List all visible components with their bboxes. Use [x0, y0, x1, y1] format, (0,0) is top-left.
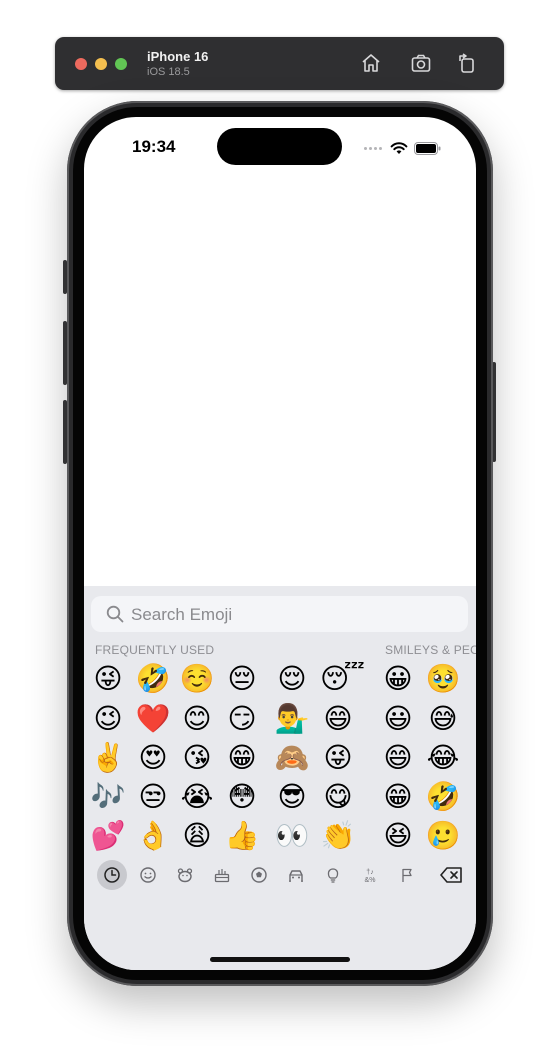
category-animals[interactable] [170, 860, 200, 890]
emoji-key[interactable]: 😘 [179, 739, 215, 777]
rotate-icon[interactable] [456, 52, 478, 74]
phone-screen: 19:34 Search Emoji FREQUENTLY USED SMILE… [84, 117, 476, 970]
emoji-key[interactable]: 😆 [380, 817, 416, 855]
emoji-key[interactable]: 💕 [90, 817, 126, 855]
clock-icon [104, 867, 120, 883]
section-label-frequently-used: FREQUENTLY USED [95, 643, 215, 657]
minimize-window-button[interactable] [95, 58, 107, 70]
emoji-key[interactable]: 👀 [274, 817, 310, 855]
emoji-key[interactable]: 😄 [320, 700, 356, 738]
category-food[interactable] [207, 860, 237, 890]
category-flags[interactable] [392, 860, 422, 890]
emoji-key[interactable]: 🥹 [425, 660, 461, 698]
zoom-window-button[interactable] [115, 58, 127, 70]
emoji-key[interactable]: 😋 [320, 778, 356, 816]
emoji-keyboard: Search Emoji FREQUENTLY USED SMILEYS & P… [84, 586, 476, 970]
delete-icon [440, 867, 462, 883]
status-time: 19:34 [132, 137, 176, 156]
emoji-key[interactable]: 😅 [425, 700, 461, 738]
flag-icon [402, 868, 412, 882]
emoji-key[interactable]: 😂 [425, 739, 461, 777]
car-icon [289, 870, 303, 882]
home-icon[interactable] [360, 52, 382, 74]
ball-icon [251, 867, 267, 883]
emoji-key[interactable]: 😁 [380, 778, 416, 816]
emoji-category-bar: †♪ &% [84, 860, 476, 892]
search-placeholder: Search Emoji [131, 605, 233, 624]
home-indicator [210, 957, 350, 962]
category-recent[interactable] [97, 860, 127, 890]
emoji-key[interactable]: 😜 [320, 739, 356, 777]
device-os-version: iOS 18.5 [147, 66, 190, 78]
emoji-key[interactable]: ✌️ [90, 739, 126, 777]
emoji-key[interactable]: 👍 [224, 817, 260, 855]
emoji-key[interactable]: 😃 [380, 700, 416, 738]
status-icons [364, 141, 441, 155]
symbols-text: &% [365, 877, 376, 884]
emoji-key[interactable]: ❤️ [135, 700, 171, 738]
emoji-key[interactable]: 😁 [224, 739, 260, 777]
emoji-key[interactable]: 😎 [274, 778, 310, 816]
wifi-icon [390, 142, 408, 154]
emoji-key[interactable]: 🥲 [425, 817, 461, 855]
emoji-search-field[interactable]: Search Emoji [91, 596, 468, 632]
emoji-key[interactable]: 👌 [135, 817, 171, 855]
emoji-key[interactable]: 😍 [135, 739, 171, 777]
emoji-key[interactable]: 🎶 [90, 778, 126, 816]
delete-button[interactable] [437, 860, 467, 890]
food-icon [214, 869, 230, 883]
smiley-icon [140, 867, 156, 883]
cellular-dots-icon [364, 146, 382, 150]
emoji-key[interactable]: 😄 [380, 739, 416, 777]
dynamic-island [217, 128, 342, 165]
screenshot-icon[interactable] [410, 52, 432, 74]
category-activity[interactable] [244, 860, 274, 890]
emoji-key[interactable]: 😉 [90, 700, 126, 738]
section-label-smileys: SMILEYS & PEO [385, 643, 476, 657]
emoji-key[interactable]: 🙈 [274, 739, 310, 777]
emoji-key[interactable]: 😳 [224, 778, 260, 816]
lightbulb-icon [327, 868, 339, 883]
emoji-key[interactable]: 👏 [320, 817, 356, 855]
device-name: iPhone 16 [147, 49, 209, 64]
emoji-key[interactable]: 😔 [224, 660, 260, 698]
animal-icon [177, 868, 193, 883]
emoji-key[interactable]: 😴 [320, 660, 365, 698]
emoji-key[interactable]: 😌 [274, 660, 310, 698]
emoji-key[interactable]: ☺️ [179, 660, 215, 698]
emoji-key[interactable]: 🤣 [135, 660, 171, 698]
simulator-titlebar: iPhone 16 iOS 18.5 [55, 37, 504, 90]
close-window-button[interactable] [75, 58, 87, 70]
emoji-grid: 😜 🤣 ☺️ 😔 😌 😴 😉 ❤️ 😊 😏 💁‍♂️ 😄 ✌️ 😍 😘 😁 🙈 😜 🎶 😒 😭 😳 😎 😋 💕 👌 😩 👍 👀 👏 😀 🥹 😃 😅… [84, 660, 476, 860]
category-symbols[interactable]: †♪ &% [355, 860, 385, 890]
battery-icon [414, 141, 441, 155]
emoji-key[interactable]: 😒 [135, 778, 171, 816]
emoji-key[interactable]: 😩 [179, 817, 215, 855]
emoji-key[interactable]: 😏 [224, 700, 260, 738]
emoji-key[interactable]: 😀 [380, 660, 416, 698]
svg-text:†♪: †♪ [366, 869, 373, 876]
emoji-key[interactable]: 😜 [90, 660, 126, 698]
emoji-key[interactable]: 💁‍♂️ [274, 700, 310, 738]
category-travel[interactable] [281, 860, 311, 890]
search-icon [106, 605, 124, 623]
emoji-key[interactable]: 🤣 [425, 778, 461, 816]
symbols-icon: †♪&% [365, 869, 376, 884]
emoji-key[interactable]: 😊 [179, 700, 215, 738]
category-objects[interactable] [318, 860, 348, 890]
category-smileys[interactable] [133, 860, 163, 890]
emoji-key[interactable]: 😭 [179, 778, 215, 816]
